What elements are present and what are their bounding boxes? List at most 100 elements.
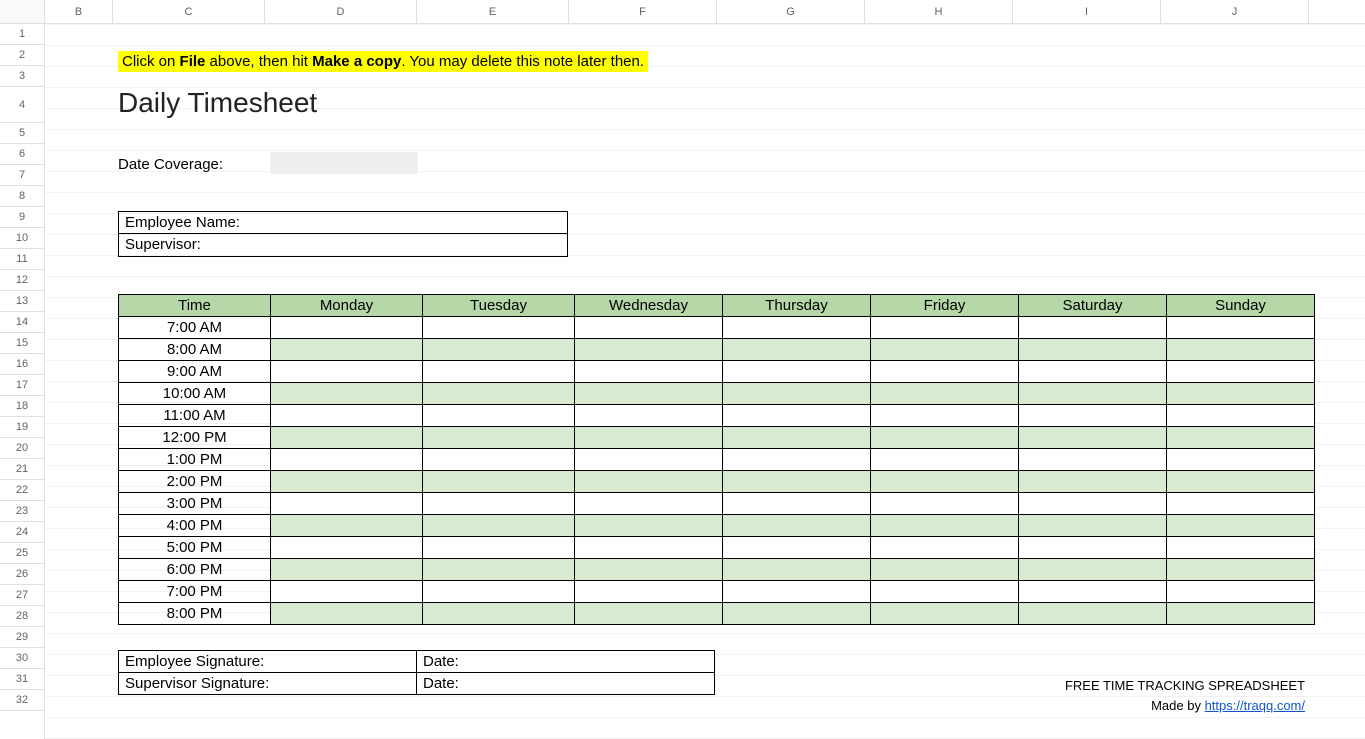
entry-cell[interactable] xyxy=(1019,537,1167,559)
entry-cell[interactable] xyxy=(871,603,1019,625)
row-header-27[interactable]: 27 xyxy=(0,585,44,606)
entry-cell[interactable] xyxy=(423,317,575,339)
row-header-22[interactable]: 22 xyxy=(0,480,44,501)
entry-cell[interactable] xyxy=(871,471,1019,493)
entry-cell[interactable] xyxy=(575,493,723,515)
entry-cell[interactable] xyxy=(871,515,1019,537)
entry-cell[interactable] xyxy=(1167,427,1315,449)
entry-cell[interactable] xyxy=(1019,361,1167,383)
entry-cell[interactable] xyxy=(1019,515,1167,537)
employee-signature-cell[interactable]: Employee Signature: xyxy=(119,651,417,673)
row-header-2[interactable]: 2 xyxy=(0,45,44,66)
entry-cell[interactable] xyxy=(423,427,575,449)
row-header-29[interactable]: 29 xyxy=(0,627,44,648)
entry-cell[interactable] xyxy=(1019,471,1167,493)
entry-cell[interactable] xyxy=(423,603,575,625)
entry-cell[interactable] xyxy=(1019,383,1167,405)
footer-link[interactable]: https://traqq.com/ xyxy=(1205,698,1305,713)
entry-cell[interactable] xyxy=(1019,559,1167,581)
row-header-30[interactable]: 30 xyxy=(0,648,44,669)
entry-cell[interactable] xyxy=(575,581,723,603)
entry-cell[interactable] xyxy=(871,449,1019,471)
column-header-F[interactable]: F xyxy=(569,0,717,23)
entry-cell[interactable] xyxy=(1019,405,1167,427)
row-header-14[interactable]: 14 xyxy=(0,312,44,333)
entry-cell[interactable] xyxy=(575,515,723,537)
entry-cell[interactable] xyxy=(271,493,423,515)
entry-cell[interactable] xyxy=(271,383,423,405)
entry-cell[interactable] xyxy=(723,317,871,339)
entry-cell[interactable] xyxy=(1167,317,1315,339)
row-header-3[interactable]: 3 xyxy=(0,66,44,87)
entry-cell[interactable] xyxy=(1019,581,1167,603)
column-header-G[interactable]: G xyxy=(717,0,865,23)
entry-cell[interactable] xyxy=(271,449,423,471)
entry-cell[interactable] xyxy=(1019,339,1167,361)
entry-cell[interactable] xyxy=(423,449,575,471)
entry-cell[interactable] xyxy=(423,339,575,361)
row-header-23[interactable]: 23 xyxy=(0,501,44,522)
entry-cell[interactable] xyxy=(1167,493,1315,515)
entry-cell[interactable] xyxy=(871,405,1019,427)
row-header-4[interactable]: 4 xyxy=(0,87,44,123)
entry-cell[interactable] xyxy=(1167,559,1315,581)
entry-cell[interactable] xyxy=(575,427,723,449)
entry-cell[interactable] xyxy=(723,581,871,603)
row-header-10[interactable]: 10 xyxy=(0,228,44,249)
entry-cell[interactable] xyxy=(271,581,423,603)
row-header-32[interactable]: 32 xyxy=(0,690,44,711)
employee-name-row[interactable]: Employee Name: xyxy=(119,212,567,234)
entry-cell[interactable] xyxy=(423,581,575,603)
entry-cell[interactable] xyxy=(271,317,423,339)
entry-cell[interactable] xyxy=(723,339,871,361)
entry-cell[interactable] xyxy=(1167,537,1315,559)
row-header-11[interactable]: 11 xyxy=(0,249,44,270)
entry-cell[interactable] xyxy=(271,361,423,383)
entry-cell[interactable] xyxy=(723,361,871,383)
entry-cell[interactable] xyxy=(575,405,723,427)
entry-cell[interactable] xyxy=(723,515,871,537)
entry-cell[interactable] xyxy=(423,515,575,537)
row-header-24[interactable]: 24 xyxy=(0,522,44,543)
row-header-28[interactable]: 28 xyxy=(0,606,44,627)
entry-cell[interactable] xyxy=(575,449,723,471)
entry-cell[interactable] xyxy=(271,471,423,493)
row-header-5[interactable]: 5 xyxy=(0,123,44,144)
entry-cell[interactable] xyxy=(723,427,871,449)
entry-cell[interactable] xyxy=(1167,581,1315,603)
entry-cell[interactable] xyxy=(575,361,723,383)
entry-cell[interactable] xyxy=(723,537,871,559)
entry-cell[interactable] xyxy=(723,493,871,515)
supervisor-signature-date-cell[interactable]: Date: xyxy=(417,673,715,695)
entry-cell[interactable] xyxy=(723,559,871,581)
entry-cell[interactable] xyxy=(423,537,575,559)
entry-cell[interactable] xyxy=(871,339,1019,361)
entry-cell[interactable] xyxy=(1019,317,1167,339)
supervisor-signature-cell[interactable]: Supervisor Signature: xyxy=(119,673,417,695)
entry-cell[interactable] xyxy=(871,559,1019,581)
row-header-21[interactable]: 21 xyxy=(0,459,44,480)
row-header-8[interactable]: 8 xyxy=(0,186,44,207)
row-header-7[interactable]: 7 xyxy=(0,165,44,186)
entry-cell[interactable] xyxy=(575,383,723,405)
column-header-B[interactable]: B xyxy=(45,0,113,23)
entry-cell[interactable] xyxy=(1019,493,1167,515)
entry-cell[interactable] xyxy=(575,317,723,339)
entry-cell[interactable] xyxy=(871,493,1019,515)
row-header-31[interactable]: 31 xyxy=(0,669,44,690)
date-coverage-input[interactable] xyxy=(270,152,418,174)
entry-cell[interactable] xyxy=(871,383,1019,405)
entry-cell[interactable] xyxy=(723,405,871,427)
row-header-1[interactable]: 1 xyxy=(0,24,44,45)
entry-cell[interactable] xyxy=(871,317,1019,339)
entry-cell[interactable] xyxy=(1167,361,1315,383)
entry-cell[interactable] xyxy=(871,581,1019,603)
entry-cell[interactable] xyxy=(271,603,423,625)
column-header-D[interactable]: D xyxy=(265,0,417,23)
row-header-15[interactable]: 15 xyxy=(0,333,44,354)
row-header-13[interactable]: 13 xyxy=(0,291,44,312)
column-header-E[interactable]: E xyxy=(417,0,569,23)
entry-cell[interactable] xyxy=(1167,471,1315,493)
row-header-20[interactable]: 20 xyxy=(0,438,44,459)
row-header-9[interactable]: 9 xyxy=(0,207,44,228)
